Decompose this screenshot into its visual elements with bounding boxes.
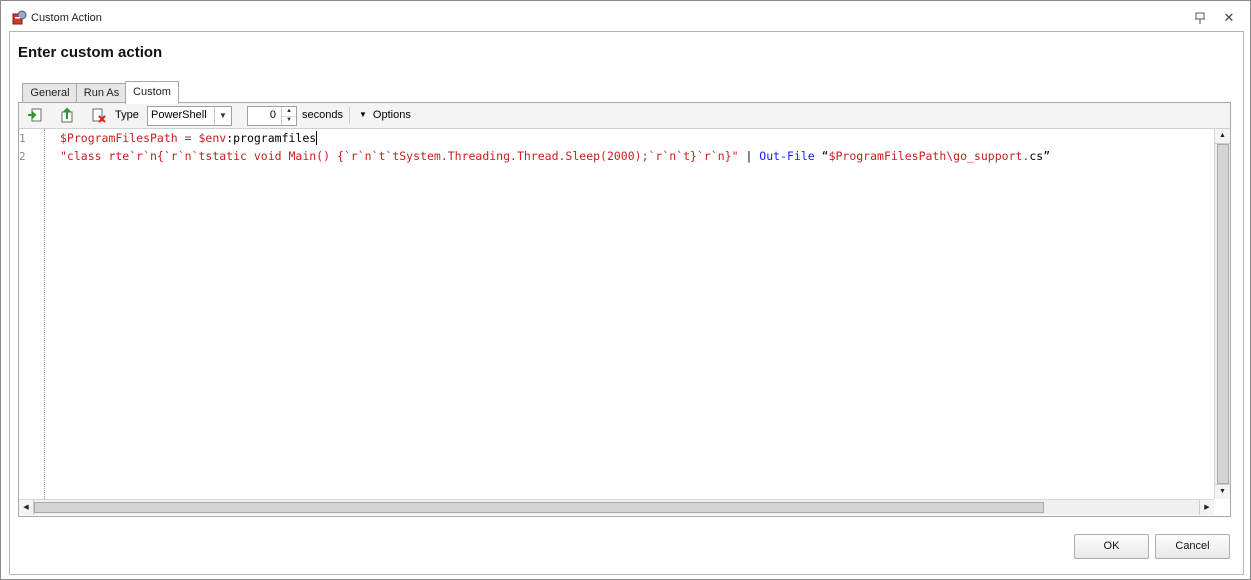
code-line[interactable]: "class rte`r`n{`r`n`tstatic void Main() … [60,149,1050,163]
vertical-scroll-thumb[interactable] [1217,144,1229,484]
line-number-gutter: 1 2 [19,129,45,499]
tab-run-as[interactable]: Run As [76,83,127,103]
toolbar-separator [349,107,350,124]
code-line[interactable]: $ProgramFilesPath = $env:programfiles [60,131,318,145]
custom-action-app-icon [12,10,27,25]
code-token-pipe: | [738,149,760,163]
export-icon[interactable] [59,107,75,123]
caret-down-icon: ▼ [359,110,367,119]
scroll-left-icon[interactable]: ◀ [19,500,34,515]
timeout-value: 0 [269,109,276,121]
seconds-label: seconds [302,109,343,121]
clear-icon[interactable] [91,107,107,123]
window-title: Custom Action [31,12,102,24]
dialog-content: Enter custom action General Run As Custo… [9,31,1244,575]
cancel-button[interactable]: Cancel [1155,534,1230,559]
scrollbar-corner [1214,499,1230,515]
pin-icon[interactable] [1192,10,1208,26]
text-caret [316,131,318,145]
code-token-string: "class rte`r`n{`r`n`tstatic void Main() … [60,149,739,163]
tab-custom[interactable]: Custom [125,81,179,104]
tab-general[interactable]: General [22,83,78,103]
code-token-quote: ” [1043,149,1051,163]
ok-button[interactable]: OK [1074,534,1149,559]
line-number: 1 [19,132,26,145]
stepper-down-icon[interactable]: ▼ [282,116,296,125]
page-title: Enter custom action [18,44,163,61]
scroll-up-icon[interactable]: ▲ [1215,129,1230,144]
chevron-down-icon[interactable]: ▼ [214,107,231,125]
code-editor[interactable]: 1 2 $ProgramFilesPath = $env:programfile… [19,129,1214,499]
type-select[interactable]: PowerShell ▼ [147,106,232,126]
vertical-scrollbar[interactable]: ▲ ▼ [1214,129,1230,499]
code-token-text: cs [1029,149,1044,163]
scroll-right-icon[interactable]: ▶ [1199,500,1214,515]
code-token-quote: “ [821,149,829,163]
type-select-value: PowerShell [151,109,207,121]
options-button[interactable]: ▼ Options [359,106,411,124]
horizontal-scrollbar[interactable]: ◀ ▶ [19,499,1214,515]
close-icon[interactable]: ✕ [1220,9,1238,27]
horizontal-scroll-thumb[interactable] [34,502,1044,513]
editor-toolbar: Type PowerShell ▼ 0 ▲ ▼ seconds ▼ Options [19,103,1230,129]
code-token-variable: $ProgramFilesPath\go_support. [828,149,1030,163]
code-token-variable: $ProgramFilesPath [60,131,178,145]
scroll-down-icon[interactable]: ▼ [1215,484,1230,499]
code-token-operator: = [177,131,199,145]
code-token-text: :programfiles [226,131,317,145]
custom-tab-panel: Type PowerShell ▼ 0 ▲ ▼ seconds ▼ Options [18,102,1231,517]
stepper-buttons: ▲ ▼ [281,107,296,125]
type-label: Type [115,109,139,121]
options-label: Options [372,109,411,121]
timeout-stepper[interactable]: 0 ▲ ▼ [247,106,297,126]
code-token-cmdlet: Out-File [759,149,815,163]
custom-action-window: Custom Action ✕ Enter custom action Gene… [0,0,1251,580]
import-icon[interactable] [27,107,43,123]
code-token-variable: $env [198,131,227,145]
line-number: 2 [19,150,26,163]
title-bar: Custom Action ✕ [1,1,1250,33]
